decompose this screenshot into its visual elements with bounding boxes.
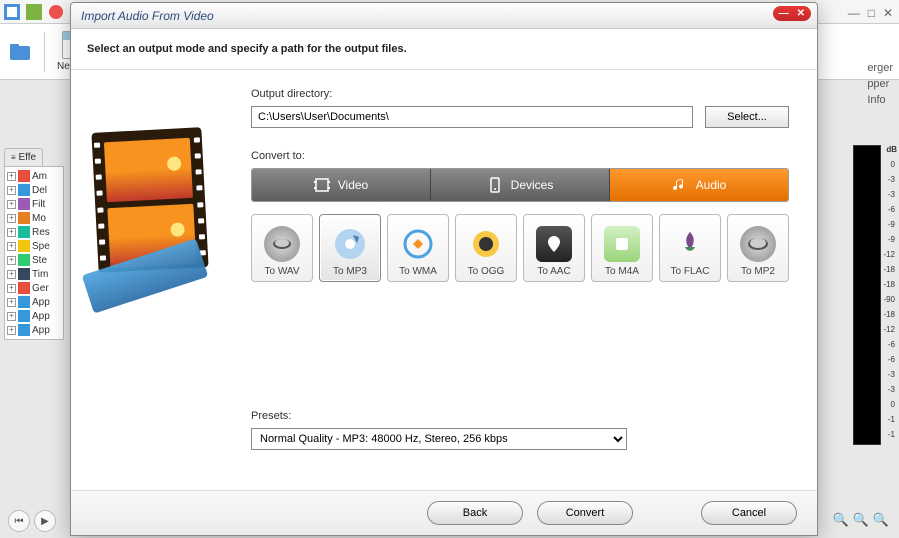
db-meter [853,145,881,445]
playback-controls: ⏮ ▶ [8,510,56,532]
dialog-instruction: Select an output mode and specify a path… [71,29,817,70]
tree-item[interactable]: +Ste [7,253,61,267]
presets-select[interactable]: Normal Quality - MP3: 48000 Hz, Stereo, … [251,428,627,450]
select-directory-button[interactable]: Select... [705,106,789,128]
tree-item[interactable]: +Filt [7,197,61,211]
m4a-icon [604,226,640,262]
wav-icon [264,226,300,262]
aac-icon [536,226,572,262]
play-button[interactable]: ▶ [34,510,56,532]
tree-item[interactable]: +App [7,309,61,323]
prev-button[interactable]: ⏮ [8,510,30,532]
bg-right-labels: erger pper Info [867,62,893,106]
format-mp3-label: To MP3 [333,266,367,277]
format-buttons: To WAV To MP3 To WMA To OGG To AAC [251,214,789,282]
zoom-controls: 🔍 🔍 🔍 [832,512,889,528]
tree-item[interactable]: +App [7,295,61,309]
zoom-fit-icon[interactable]: 🔍 [873,512,889,528]
convert-button[interactable]: Convert [537,501,633,525]
tree-item[interactable]: +App [7,323,61,337]
format-wma-label: To WMA [399,266,437,277]
tree-item[interactable]: +Ger [7,281,61,295]
effects-tree: +Am+Del+Filt+Mo+Res+Spe+Ste+Tim+Ger+App+… [4,166,64,340]
folder-icon[interactable] [8,40,32,64]
tree-item[interactable]: +Mo [7,211,61,225]
convert-tabs: Video Devices Audio [251,168,789,202]
format-wav-label: To WAV [264,266,299,277]
dialog-close-button[interactable]: ✕ [797,8,805,19]
format-wma[interactable]: To WMA [387,214,449,282]
db-scale: dB 0-3-3-6-9-9-12-18-18-90-18-12-6-6-3-3… [881,145,899,175]
flac-icon [672,226,708,262]
close-button[interactable]: ✕ [883,6,893,20]
tree-item[interactable]: +Am [7,169,61,183]
dialog-title: Import Audio From Video [81,9,214,23]
zoom-in-icon[interactable]: 🔍 [853,512,869,528]
output-dir-label: Output directory: [251,88,789,100]
cancel-button[interactable]: Cancel [701,501,797,525]
tree-item[interactable]: +Spe [7,239,61,253]
dialog-illustration [71,70,249,490]
format-mp2-label: To MP2 [741,266,775,277]
dialog-footer: Back Convert Cancel [71,490,817,535]
presets-label: Presets: [251,410,789,422]
tab-video[interactable]: Video [252,169,430,201]
bg-window-controls: — □ ✕ [848,6,893,20]
tab-video-label: Video [338,178,368,192]
dialog-minimize-button[interactable]: — [779,8,789,19]
dialog-close-group: — ✕ [773,6,811,21]
format-flac-label: To FLAC [671,266,710,277]
tree-item[interactable]: +Tim [7,267,61,281]
format-m4a[interactable]: To M4A [591,214,653,282]
minimize-button[interactable]: — [848,6,860,20]
mp3-icon [332,226,368,262]
tab-audio[interactable]: Audio [610,169,788,201]
device-icon [487,177,503,193]
format-mp3[interactable]: To MP3 [319,214,381,282]
film-icon [95,130,225,290]
format-m4a-label: To M4A [605,266,639,277]
audio-icon [672,177,688,193]
zoom-out-icon[interactable]: 🔍 [832,512,848,528]
label-pper: pper [867,78,893,90]
tab-audio-label: Audio [696,178,727,192]
app-icon-3[interactable] [48,4,64,20]
format-wav[interactable]: To WAV [251,214,313,282]
dialog-titlebar[interactable]: Import Audio From Video — ✕ [71,3,817,29]
output-dir-input[interactable] [251,106,693,128]
import-audio-dialog: Import Audio From Video — ✕ Select an ou… [70,2,818,536]
format-ogg-label: To OGG [468,266,505,277]
effects-tab[interactable]: ≡ Effe [4,148,43,166]
video-icon [314,177,330,193]
label-info: Info [867,94,893,106]
format-aac-label: To AAC [537,266,570,277]
maximize-button[interactable]: □ [868,6,875,20]
app-icon-1[interactable] [4,4,20,20]
label-merger: erger [867,62,893,74]
tree-item[interactable]: +Res [7,225,61,239]
back-button[interactable]: Back [427,501,523,525]
format-aac[interactable]: To AAC [523,214,585,282]
format-flac[interactable]: To FLAC [659,214,721,282]
tree-item[interactable]: +Del [7,183,61,197]
app-icon-2[interactable] [26,4,42,20]
wma-icon [400,226,436,262]
tab-devices-label: Devices [511,178,554,192]
effects-panel: ≡ Effe +Am+Del+Filt+Mo+Res+Spe+Ste+Tim+G… [4,148,64,340]
tab-devices[interactable]: Devices [431,169,609,201]
convert-to-label: Convert to: [251,150,789,162]
ogg-icon [468,226,504,262]
mp2-icon [740,226,776,262]
format-ogg[interactable]: To OGG [455,214,517,282]
format-mp2[interactable]: To MP2 [727,214,789,282]
